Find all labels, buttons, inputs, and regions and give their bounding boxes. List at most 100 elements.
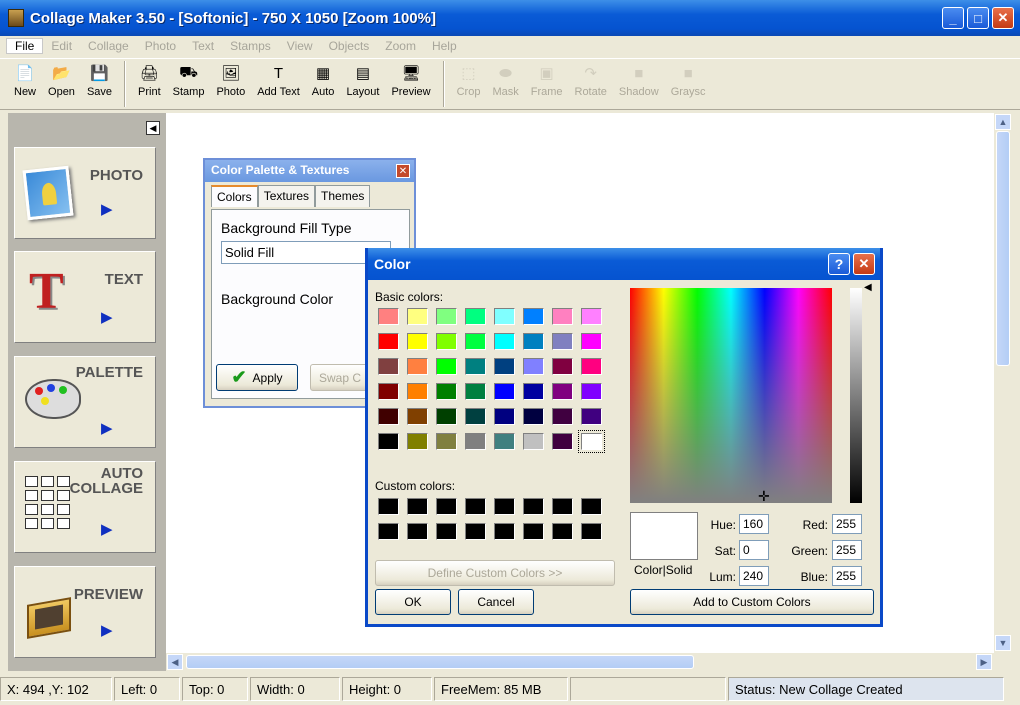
sidebar-text-button[interactable]: T TEXT ▶ [14, 251, 156, 343]
menu-view[interactable]: View [279, 39, 321, 53]
sidebar-auto-collage-button[interactable]: AUTO COLLAGE ▶ [14, 461, 156, 553]
toolbar-shadow-button[interactable]: ■ Shadow [619, 59, 659, 107]
toolbar-add-text-button[interactable]: T Add Text [257, 59, 300, 107]
dialog-close-icon[interactable]: ✕ [853, 253, 875, 275]
basic-color-swatch[interactable] [465, 358, 486, 375]
basic-color-swatch[interactable] [523, 383, 544, 400]
sidebar-photo-button[interactable]: PHOTO ▶ [14, 147, 156, 239]
menu-zoom[interactable]: Zoom [377, 39, 424, 53]
sat-field[interactable]: 0 [739, 540, 769, 560]
basic-color-swatch[interactable] [552, 408, 573, 425]
basic-color-swatch[interactable] [465, 433, 486, 450]
custom-color-swatch[interactable] [581, 523, 602, 540]
basic-color-swatch[interactable] [552, 308, 573, 325]
define-custom-colors-button[interactable]: Define Custom Colors >> [375, 560, 615, 586]
menu-collage[interactable]: Collage [80, 39, 137, 53]
toolbar-preview-button[interactable]: 🖥 Preview [391, 59, 430, 107]
menu-photo[interactable]: Photo [137, 39, 184, 53]
cancel-button[interactable]: Cancel [458, 589, 534, 615]
basic-color-swatch[interactable] [581, 408, 602, 425]
menu-edit[interactable]: Edit [43, 39, 80, 53]
toolbar-photo-button[interactable]: 🖼 Photo [216, 59, 245, 107]
custom-color-swatch[interactable] [523, 523, 544, 540]
horizontal-scroll-thumb[interactable] [186, 655, 694, 669]
add-to-custom-colors-button[interactable]: Add to Custom Colors [630, 589, 874, 615]
scroll-left-icon[interactable]: ◀ [167, 654, 183, 670]
sidebar-preview-button[interactable]: PREVIEW ▶ [14, 566, 156, 658]
menu-text[interactable]: Text [184, 39, 222, 53]
basic-color-swatch[interactable] [581, 358, 602, 375]
custom-color-swatch[interactable] [465, 523, 486, 540]
luminance-slider[interactable] [850, 288, 862, 503]
custom-color-swatch[interactable] [436, 498, 457, 515]
basic-color-swatch[interactable] [378, 333, 399, 350]
basic-color-swatch[interactable] [494, 308, 515, 325]
scroll-right-icon[interactable]: ▶ [976, 654, 992, 670]
apply-button[interactable]: ✔ Apply [216, 364, 298, 391]
basic-color-swatch[interactable] [465, 383, 486, 400]
basic-color-swatch[interactable] [378, 433, 399, 450]
toolbar-frame-button[interactable]: ▣ Frame [531, 59, 563, 107]
ok-button[interactable]: OK [375, 589, 451, 615]
basic-color-swatch[interactable] [523, 333, 544, 350]
basic-color-swatch[interactable] [552, 333, 573, 350]
basic-color-swatch[interactable] [523, 358, 544, 375]
basic-color-swatch[interactable] [436, 358, 457, 375]
toolbar-save-button[interactable]: 💾 Save [87, 59, 112, 107]
basic-color-swatch[interactable] [581, 333, 602, 350]
toolbar-open-button[interactable]: 📂 Open [48, 59, 75, 107]
color-spectrum[interactable] [630, 288, 832, 503]
basic-color-swatch[interactable] [552, 433, 573, 450]
toolbar-crop-button[interactable]: ⬚ Crop [457, 59, 481, 107]
basic-color-swatch[interactable] [378, 408, 399, 425]
hue-field[interactable]: 160 [739, 514, 769, 534]
sidebar-palette-button[interactable]: PALETTE ▶ [14, 356, 156, 448]
basic-color-swatch[interactable] [436, 333, 457, 350]
basic-color-swatch[interactable] [523, 308, 544, 325]
menu-stamps[interactable]: Stamps [222, 39, 279, 53]
basic-color-swatch[interactable] [523, 433, 544, 450]
tab-themes[interactable]: Themes [315, 185, 371, 207]
palette-close-icon[interactable]: ✕ [396, 164, 410, 178]
basic-color-swatch[interactable] [494, 383, 515, 400]
sidebar-collapse-button[interactable]: ◀ [146, 121, 160, 135]
basic-color-swatch[interactable] [436, 383, 457, 400]
basic-color-swatch[interactable] [552, 358, 573, 375]
close-button[interactable]: ✕ [992, 7, 1014, 29]
custom-color-swatch[interactable] [494, 523, 515, 540]
toolbar-graysc-button[interactable]: ■ Graysc [671, 59, 706, 107]
maximize-button[interactable]: □ [967, 7, 989, 29]
menu-file[interactable]: File [6, 38, 44, 54]
toolbar-new-button[interactable]: 📄 New [14, 59, 36, 107]
custom-color-swatch[interactable] [378, 523, 399, 540]
basic-color-swatch[interactable] [494, 408, 515, 425]
scroll-down-icon[interactable]: ▼ [995, 635, 1011, 651]
basic-color-swatch[interactable] [378, 358, 399, 375]
toolbar-rotate-button[interactable]: ↷ Rotate [575, 59, 607, 107]
red-field[interactable]: 255 [832, 514, 862, 534]
basic-color-swatch[interactable] [581, 308, 602, 325]
help-icon[interactable]: ? [828, 253, 850, 275]
menu-objects[interactable]: Objects [321, 39, 378, 53]
custom-color-swatch[interactable] [523, 498, 544, 515]
basic-color-swatch[interactable] [494, 433, 515, 450]
basic-color-swatch[interactable] [436, 308, 457, 325]
basic-color-swatch[interactable] [494, 358, 515, 375]
custom-color-swatch[interactable] [581, 498, 602, 515]
menu-help[interactable]: Help [424, 39, 465, 53]
basic-color-swatch[interactable] [407, 383, 428, 400]
vertical-scrollbar[interactable]: ▲ ▼ [994, 113, 1012, 653]
horizontal-scrollbar[interactable]: ◀ ▶ [166, 653, 994, 671]
basic-color-swatch[interactable] [552, 383, 573, 400]
toolbar-layout-button[interactable]: ▤ Layout [346, 59, 379, 107]
basic-color-swatch[interactable] [581, 383, 602, 400]
custom-color-swatch[interactable] [407, 523, 428, 540]
basic-color-swatch[interactable] [378, 308, 399, 325]
scroll-up-icon[interactable]: ▲ [995, 114, 1011, 130]
green-field[interactable]: 255 [832, 540, 862, 560]
basic-color-swatch[interactable] [407, 408, 428, 425]
swap-colors-button[interactable]: Swap C [310, 364, 370, 391]
basic-color-swatch[interactable] [407, 308, 428, 325]
custom-color-swatch[interactable] [378, 498, 399, 515]
toolbar-mask-button[interactable]: ⬬ Mask [492, 59, 518, 107]
